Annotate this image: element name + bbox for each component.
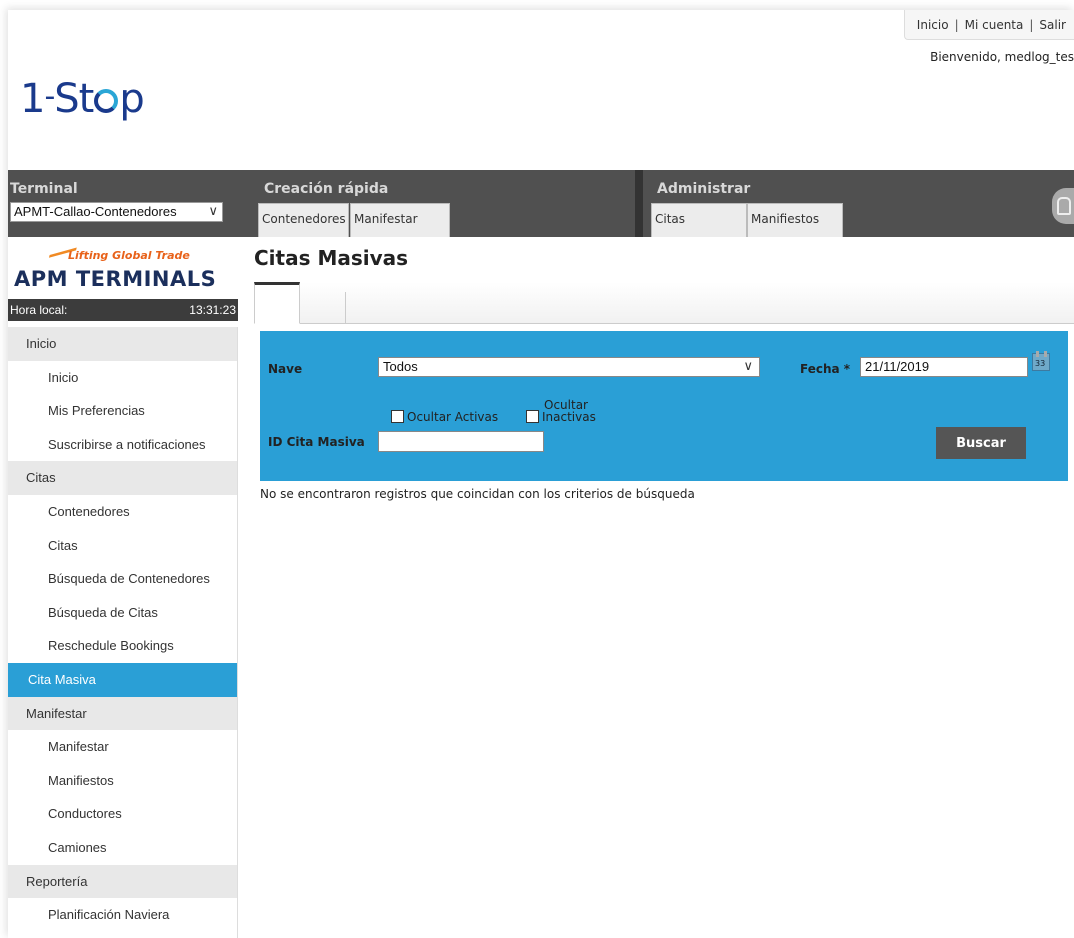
local-time-label: Hora local:: [10, 303, 68, 317]
ocultar-inactivas-checkbox[interactable]: [526, 410, 539, 423]
apm-tagline: Lifting Global Trade: [68, 249, 190, 262]
ocultar-inactivas-label-line2: Inactivas: [542, 410, 596, 424]
fecha-input[interactable]: 21/11/2019: [860, 357, 1028, 377]
calendar-ring: [1044, 351, 1047, 357]
admin-group: Administrar Citas Manifiestos: [635, 170, 965, 237]
user-icon: [1057, 197, 1071, 215]
calendar-number: 33: [1035, 359, 1046, 368]
terminal-title: Terminal: [10, 181, 78, 197]
admin-citas-button[interactable]: Citas: [651, 203, 747, 237]
welcome-text: Bienvenido, medlog_tes: [930, 50, 1074, 64]
admin-title: Administrar: [657, 181, 751, 197]
apm-logo-text: APM TERMINALS: [14, 267, 217, 291]
sidebar-item-citas[interactable]: Citas: [8, 528, 237, 563]
sidebar-item-cita-masiva[interactable]: Cita Masiva: [8, 662, 237, 697]
onestop-logo: 1-St p: [20, 76, 145, 122]
logo-dash: -: [44, 79, 55, 114]
sidebar-item-contenedores[interactable]: Contenedores: [8, 494, 237, 529]
top-link-mi-cuenta[interactable]: Mi cuenta: [965, 18, 1024, 32]
tab-strip: [254, 282, 1074, 324]
user-badge[interactable]: [1052, 188, 1074, 224]
sidebar-item-manifiestos[interactable]: Manifiestos: [8, 763, 237, 798]
logo-o-icon: [94, 89, 119, 113]
sidebar-item-manifestar[interactable]: Manifestar: [8, 730, 237, 764]
sidebar-section-inicio[interactable]: Inicio: [8, 327, 237, 361]
separator: |: [954, 17, 959, 32]
sidebar-item-mis-preferencias[interactable]: Mis Preferencias: [8, 394, 237, 428]
app-window: Inicio | Mi cuenta | Salir Bienvenido, m…: [8, 10, 1074, 938]
id-cita-masiva-label: ID Cita Masiva: [268, 435, 365, 449]
quick-contenedores-button[interactable]: Contenedores: [258, 203, 349, 237]
nave-select[interactable]: Todos ∨: [378, 357, 760, 377]
sidebar-section-manifestar[interactable]: Manifestar: [8, 696, 237, 731]
logo-part: 1: [20, 76, 45, 122]
chevron-down-icon: ∨: [208, 203, 218, 218]
sidebar: Inicio Inicio Mis Preferencias Suscribir…: [8, 327, 238, 938]
sidebar-section-reporteria[interactable]: Reportería: [8, 864, 237, 899]
ocultar-activas-label: Ocultar Activas: [407, 410, 499, 424]
tab-active[interactable]: [254, 282, 300, 324]
sidebar-item-reschedule-bookings[interactable]: Reschedule Bookings: [8, 629, 237, 663]
main-menubar: Terminal APMT-Callao-Contenedores ∨ Crea…: [8, 170, 1074, 237]
terminal-brand: Lifting Global Trade APM TERMINALS Hora …: [8, 237, 238, 324]
fecha-label: Fecha *: [800, 362, 851, 376]
admin-manifiestos-button[interactable]: Manifiestos: [747, 203, 843, 237]
tab-secondary[interactable]: [300, 292, 346, 324]
page-title: Citas Masivas: [254, 246, 409, 270]
id-cita-masiva-input[interactable]: [378, 431, 544, 452]
sidebar-section-citas[interactable]: Citas: [8, 461, 237, 495]
ocultar-activas-checkbox[interactable]: [391, 410, 404, 423]
terminal-select[interactable]: APMT-Callao-Contenedores ∨: [10, 202, 223, 222]
sidebar-item-camiones[interactable]: Camiones: [8, 830, 237, 865]
quick-manifestar-button[interactable]: Manifestar: [350, 203, 450, 237]
top-link-inicio[interactable]: Inicio: [917, 18, 949, 32]
calendar-icon[interactable]: 33: [1032, 351, 1050, 371]
logo-part: p: [119, 76, 144, 122]
chevron-down-icon: ∨: [743, 358, 753, 373]
local-time-bar: Hora local: 13:31:23: [8, 299, 238, 321]
top-link-salir[interactable]: Salir: [1039, 18, 1066, 32]
sidebar-item-planificacion-naviera[interactable]: Planificación Naviera: [8, 898, 237, 932]
sidebar-item-conductores[interactable]: Conductores: [8, 797, 237, 831]
logo-part: St: [54, 76, 94, 122]
quick-create-title: Creación rápida: [264, 181, 389, 197]
no-results-message: No se encontraron registros que coincida…: [260, 487, 695, 501]
terminal-group: Terminal APMT-Callao-Contenedores ∨: [8, 170, 238, 237]
sidebar-item-busqueda-citas[interactable]: Búsqueda de Citas: [8, 595, 237, 630]
sidebar-item-inicio[interactable]: Inicio: [8, 360, 237, 395]
buscar-button[interactable]: Buscar: [936, 427, 1026, 459]
terminal-selected-value: APMT-Callao-Contenedores: [14, 204, 177, 219]
search-panel: Nave Todos ∨ Fecha * 21/11/2019 33 Ocult…: [260, 331, 1068, 481]
calendar-ring: [1036, 351, 1039, 357]
separator: |: [1029, 17, 1034, 32]
top-links: Inicio | Mi cuenta | Salir: [903, 10, 1074, 40]
quick-create-group: Creación rápida Contenedores Manifestar: [258, 170, 638, 237]
nave-selected-value: Todos: [383, 359, 418, 374]
local-time-value: 13:31:23: [189, 303, 236, 317]
nave-label: Nave: [268, 362, 303, 376]
sidebar-item-busqueda-contenedores[interactable]: Búsqueda de Contenedores: [8, 562, 237, 596]
sidebar-item-suscribirse[interactable]: Suscribirse a notificaciones: [8, 427, 237, 462]
